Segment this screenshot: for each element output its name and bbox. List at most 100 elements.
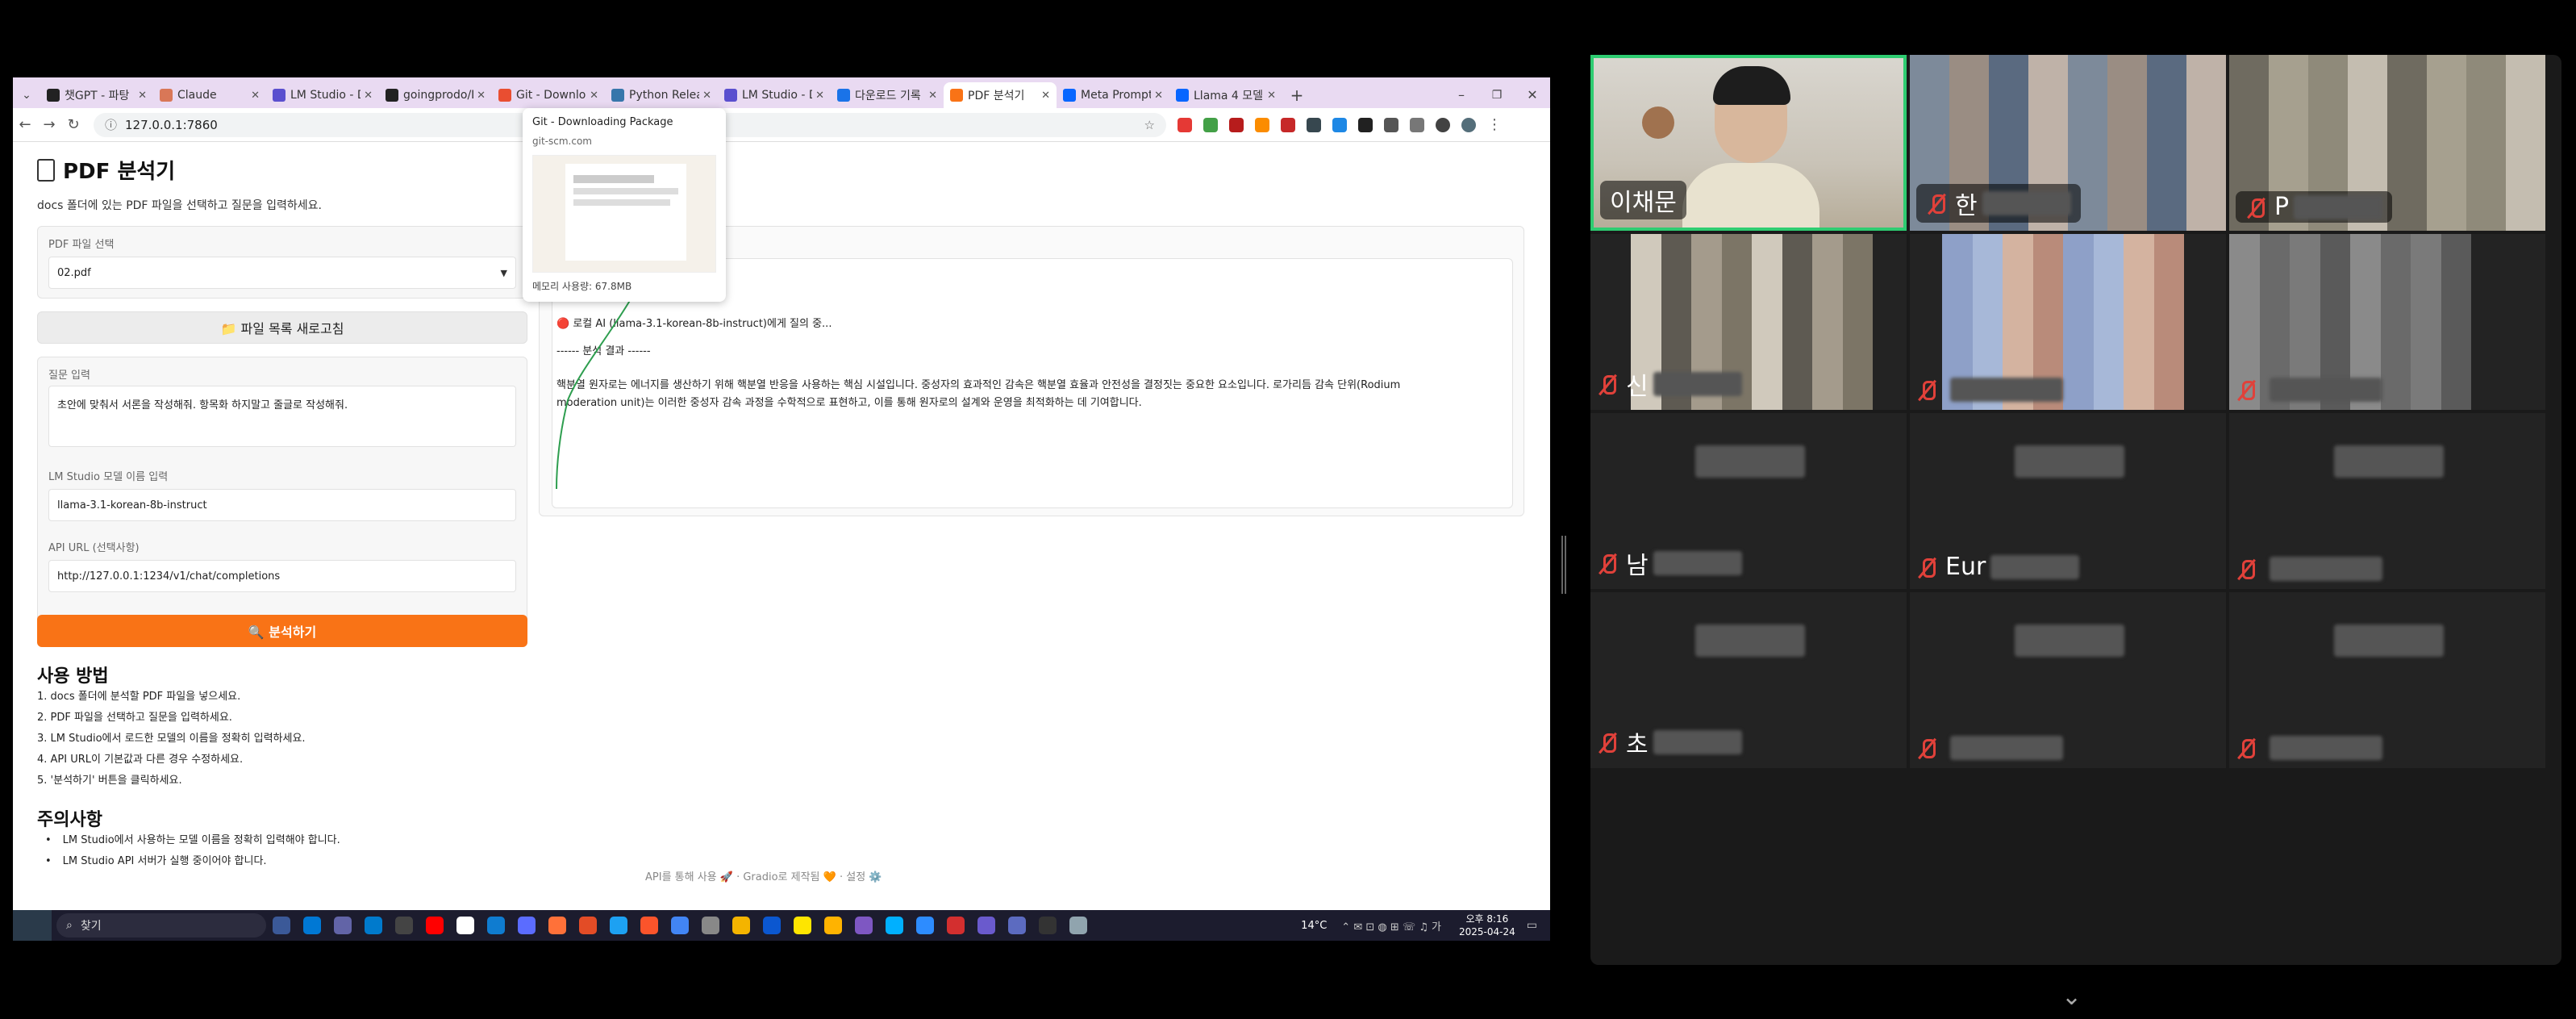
tab-item[interactable]: 챗GPT - 파탕 ✕ xyxy=(40,82,153,108)
downloads-icon[interactable] xyxy=(1410,117,1424,132)
app-icon[interactable] xyxy=(426,917,444,934)
extension-icon[interactable] xyxy=(1229,117,1244,132)
participant-tile[interactable]: Eur xyxy=(1910,413,2226,589)
clock[interactable]: 오후 8:16 2025-04-24 xyxy=(1459,913,1515,938)
tab-item[interactable]: LM Studio - D ✕ xyxy=(266,82,379,108)
brave-icon[interactable] xyxy=(640,917,658,934)
tab-item[interactable]: Llama 4 모델 ✕ xyxy=(1169,82,1282,108)
footer-links[interactable]: API를 통해 사용 🚀 · Gradio로 제작됨 🧡 · 설정 ⚙️ xyxy=(645,868,882,883)
participant-tile[interactable]: 한 xyxy=(1910,55,2226,231)
tab-active[interactable]: PDF 분석기 ✕ xyxy=(944,82,1057,108)
app-icon[interactable] xyxy=(456,917,474,934)
app-icon[interactable] xyxy=(855,917,873,934)
extension-icon[interactable] xyxy=(1178,117,1192,132)
participant-tile[interactable]: 이채문 xyxy=(1590,55,1907,231)
profile-icon[interactable] xyxy=(1436,117,1450,132)
tab-close-icon[interactable]: ✕ xyxy=(364,90,373,102)
api-url-input[interactable]: http://127.0.0.1:1234/v1/chat/completion… xyxy=(48,560,516,592)
app-icon[interactable] xyxy=(334,917,352,934)
weather-temp[interactable]: 14°C xyxy=(1301,920,1327,932)
participant-tile[interactable] xyxy=(2229,413,2545,589)
app-icon[interactable] xyxy=(702,917,719,934)
bookmark-star-icon[interactable]: ☆ xyxy=(1144,118,1155,132)
tab-close-icon[interactable]: ✕ xyxy=(928,90,937,102)
zoom-icon[interactable] xyxy=(916,917,934,934)
app-icon[interactable] xyxy=(1069,917,1087,934)
menu-kebab-icon[interactable]: ⋮ xyxy=(1487,116,1502,133)
maximize-icon[interactable]: ❐ xyxy=(1479,82,1515,108)
folder-icon[interactable] xyxy=(732,917,750,934)
extension-icon[interactable] xyxy=(1358,117,1373,132)
terminal-icon[interactable] xyxy=(1039,917,1057,934)
participant-tile[interactable]: 초 xyxy=(1590,592,1907,768)
tab-close-icon[interactable]: ✕ xyxy=(1041,90,1050,102)
notification-icon[interactable]: ▭ xyxy=(1527,919,1537,932)
tab-item[interactable]: Git - Downloa ✕ xyxy=(492,82,605,108)
app-icon[interactable] xyxy=(763,917,781,934)
tab-close-icon[interactable]: ✕ xyxy=(1154,90,1163,102)
close-window-icon[interactable]: ✕ xyxy=(1515,82,1550,108)
tray-icons[interactable]: ⌃ ✉ ⊡ ◍ ⊞ ☏ ♫ 가 xyxy=(1341,918,1441,933)
model-name-input[interactable]: llama-3.1-korean-8b-instruct xyxy=(48,489,516,521)
pdf-app-icon[interactable] xyxy=(947,917,965,934)
back-icon[interactable]: ← xyxy=(13,116,37,133)
site-info-icon[interactable]: ⓘ xyxy=(105,116,117,133)
vscode-icon[interactable] xyxy=(365,917,382,934)
participant-tile[interactable] xyxy=(1910,234,2226,410)
tab-search-icon[interactable]: ⌄ xyxy=(13,82,40,108)
analyze-button[interactable]: 🔍 분석하기 xyxy=(37,615,527,647)
tab-close-icon[interactable]: ✕ xyxy=(251,90,260,102)
forward-icon[interactable]: → xyxy=(37,116,61,133)
extension-icon[interactable] xyxy=(1203,117,1218,132)
note-item: • LM Studio에서 사용하는 모델 이름을 정확히 입력해야 합니다. xyxy=(45,834,340,846)
reload-icon[interactable]: ↻ xyxy=(61,116,85,133)
chrome-icon[interactable] xyxy=(671,917,689,934)
chevron-down-icon[interactable]: ⌄ xyxy=(2061,983,2082,1011)
participant-tile[interactable] xyxy=(2229,592,2545,768)
question-input[interactable]: 초안에 맞춰서 서론을 작성해줘. 항목화 하지말고 줄글로 작성해줘. xyxy=(48,386,516,447)
tab-close-icon[interactable]: ✕ xyxy=(590,90,598,102)
tab-close-icon[interactable]: ✕ xyxy=(138,90,147,102)
firefox-icon[interactable] xyxy=(548,917,566,934)
app-icon[interactable] xyxy=(579,917,597,934)
edge-icon[interactable] xyxy=(487,917,505,934)
tab-item[interactable]: 다운로드 기록 ✕ xyxy=(831,82,944,108)
extension-icon[interactable] xyxy=(1332,117,1347,132)
kakaotalk-icon[interactable] xyxy=(794,917,811,934)
participant-tile[interactable]: P xyxy=(2229,55,2545,231)
taskbar-search[interactable]: ⌕ 찾기 xyxy=(56,913,266,938)
participant-tile[interactable] xyxy=(2229,234,2545,410)
app-icon[interactable] xyxy=(303,917,321,934)
participant-tile[interactable] xyxy=(1910,592,2226,768)
tab-item[interactable]: Meta Promptir✕ xyxy=(1057,82,1169,108)
app-icon[interactable] xyxy=(1008,917,1026,934)
app-icon[interactable] xyxy=(977,917,995,934)
tab-close-icon[interactable]: ✕ xyxy=(702,90,711,102)
app-icon[interactable] xyxy=(824,917,842,934)
tab-item[interactable]: Python Releas✕ xyxy=(605,82,718,108)
refresh-files-button[interactable]: 📁 파일 목록 새로고침 xyxy=(37,311,527,344)
new-tab-button[interactable]: + xyxy=(1282,82,1311,108)
tab-item[interactable]: Claude ✕ xyxy=(153,82,266,108)
translate-icon[interactable] xyxy=(1461,117,1476,132)
split-resize-handle[interactable] xyxy=(1561,536,1566,594)
pdf-select-dropdown[interactable]: 02.pdf ▼ xyxy=(48,257,516,289)
tab-close-icon[interactable]: ✕ xyxy=(815,90,824,102)
app-icon[interactable] xyxy=(518,917,536,934)
tab-close-icon[interactable]: ✕ xyxy=(477,90,486,102)
task-view-icon[interactable] xyxy=(273,917,290,934)
extension-icon[interactable] xyxy=(1255,117,1269,132)
participant-tile[interactable]: 신 xyxy=(1590,234,1907,410)
tab-close-icon[interactable]: ✕ xyxy=(1267,90,1276,102)
participant-tile[interactable]: 남 xyxy=(1590,413,1907,589)
messenger-icon[interactable] xyxy=(886,917,903,934)
tab-item[interactable]: goingprodo/L ✕ xyxy=(379,82,492,108)
start-thumbnail[interactable] xyxy=(13,910,52,941)
extension-icon[interactable] xyxy=(1307,117,1321,132)
app-icon[interactable] xyxy=(610,917,627,934)
extensions-puzzle-icon[interactable] xyxy=(1384,117,1398,132)
app-icon[interactable] xyxy=(395,917,413,934)
extension-icon[interactable] xyxy=(1281,117,1295,132)
minimize-icon[interactable]: – xyxy=(1444,82,1479,108)
tab-item[interactable]: LM Studio - D ✕ xyxy=(718,82,831,108)
